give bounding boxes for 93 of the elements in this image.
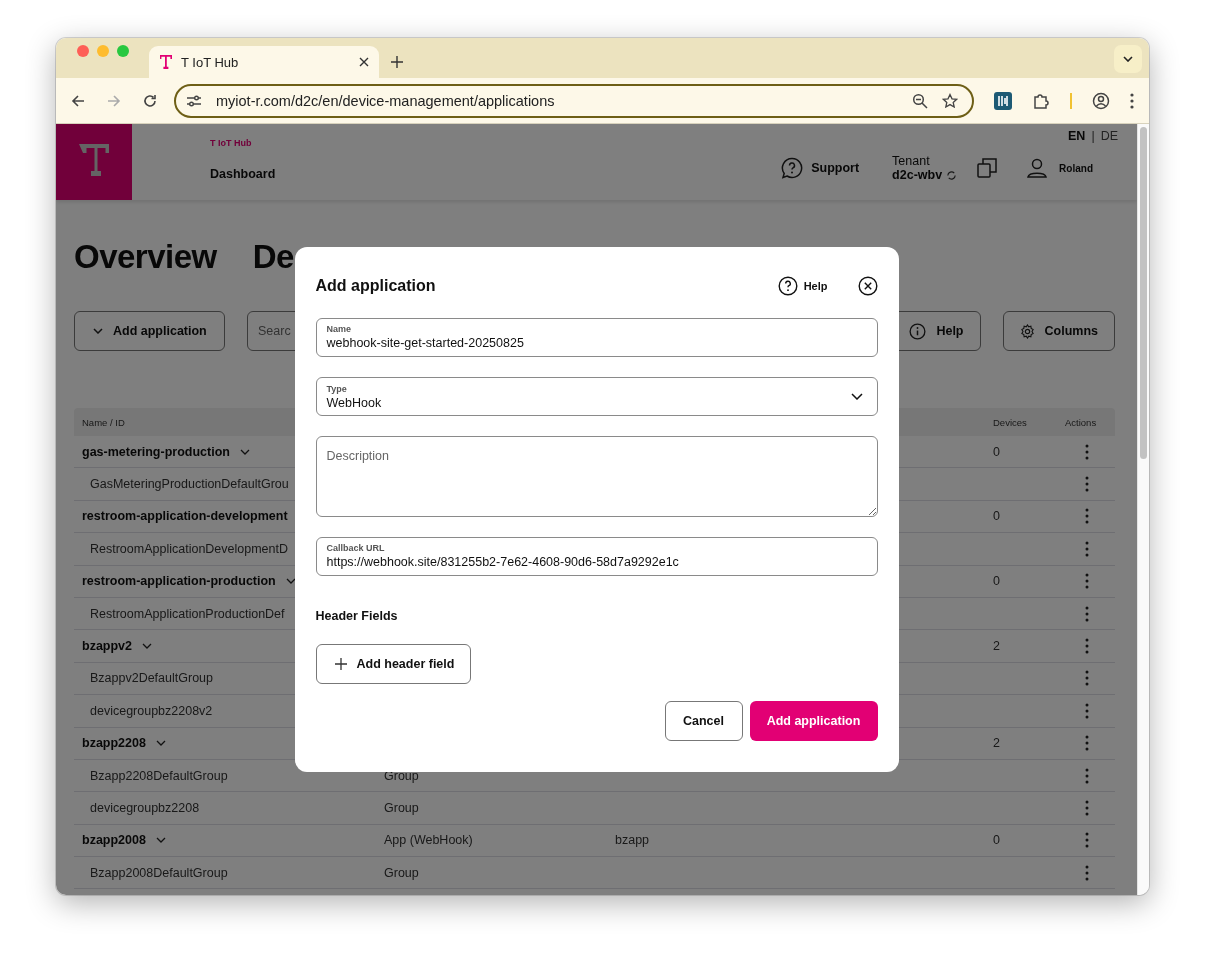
more-icon[interactable] [1085, 702, 1089, 719]
more-icon[interactable] [1085, 508, 1089, 525]
more-icon[interactable] [1085, 864, 1089, 881]
tab-search-button[interactable] [1114, 45, 1142, 73]
table-cell: 2 [993, 736, 1000, 751]
more-icon[interactable] [1085, 573, 1089, 590]
user-icon [1027, 158, 1048, 178]
chevron-down-icon [1123, 56, 1133, 62]
language-link[interactable]: EN [1068, 129, 1086, 143]
table-cell: Group [384, 768, 419, 783]
info-icon [909, 322, 927, 340]
table-cell[interactable]: gas-metering-production [82, 444, 250, 459]
more-icon[interactable] [1085, 670, 1089, 687]
tenant-name: d2c-wbv [892, 168, 943, 182]
refresh-icon[interactable] [946, 169, 958, 181]
help-link[interactable]: Help [777, 276, 828, 296]
page-tab[interactable]: De [252, 238, 294, 276]
zoom-icon[interactable] [912, 92, 928, 109]
table-cell: App (WebHook) [384, 833, 473, 848]
columns-button[interactable]: Columns [1002, 311, 1115, 351]
add-application-button[interactable]: Add application [74, 311, 225, 351]
more-icon[interactable] [1085, 800, 1089, 816]
profile-icon[interactable] [1092, 91, 1110, 110]
table-cell: bzapp [615, 833, 650, 848]
table-cell: 0 [993, 833, 1000, 848]
table-cell: 0 [993, 509, 1000, 524]
help-icon [777, 276, 798, 296]
more-icon[interactable] [1085, 443, 1089, 460]
section-title: Header Fields [315, 609, 399, 623]
cancel-button[interactable]: Cancel [664, 701, 743, 741]
column-header: Name / ID [82, 416, 125, 428]
table-cell-text: devicegroupbz2208v2 [89, 703, 213, 718]
chevron-down-icon [850, 393, 863, 400]
plus-icon[interactable] [391, 56, 403, 68]
question-bubble-icon [781, 157, 804, 179]
url-text: myiot-r.com/d2c/en/device-management/applications [216, 92, 555, 109]
close-icon[interactable] [857, 276, 878, 296]
more-icon[interactable] [1085, 767, 1089, 784]
t-logo-icon [159, 54, 173, 70]
table-cell[interactable]: bzappv2 [82, 639, 152, 654]
more-icon[interactable] [1085, 638, 1089, 655]
type-dropdown[interactable]: Type WebHook [315, 377, 878, 416]
more-icon[interactable] [1085, 540, 1089, 557]
tab-title: T IoT Hub [181, 54, 240, 70]
more-icon[interactable] [1085, 476, 1089, 493]
description-field[interactable]: Description [315, 436, 878, 517]
more-icon[interactable] [1085, 832, 1089, 849]
column-header: Actions [1065, 416, 1097, 428]
table-cell-text: RestroomApplicationProductionDef [89, 606, 285, 621]
user-menu[interactable]: Roland [1027, 158, 1093, 178]
gear-icon [1019, 323, 1035, 339]
add-header-field-button[interactable]: Add header field [315, 644, 472, 684]
separator: | [1091, 129, 1095, 143]
table-cell-text: Bzapp2008DefaultGroup [89, 865, 228, 880]
tenant-label: Tenant [892, 154, 931, 168]
chevron-down-icon [93, 328, 103, 334]
menu-icon[interactable] [1130, 92, 1134, 109]
more-icon[interactable] [1085, 605, 1089, 622]
text-field[interactable]: Name webhook-site-get-started-20250825 [315, 318, 878, 357]
star-icon[interactable] [942, 92, 958, 109]
table-cell: 0 [993, 444, 1000, 459]
address-bar[interactable]: myiot-r.com/d2c/en/device-management/applications [174, 83, 974, 118]
brand-name: T IoT Hub [210, 138, 253, 148]
plus-icon [334, 658, 347, 670]
table-cell-text: Bzappv2DefaultGroup [89, 671, 213, 686]
puzzle-icon[interactable] [1032, 91, 1050, 110]
support-link[interactable]: Support [781, 157, 860, 179]
site-settings-icon[interactable] [186, 93, 202, 108]
column-header: Devices [993, 416, 1027, 428]
table-cell: Group [384, 865, 419, 880]
copy-icon[interactable] [977, 158, 998, 178]
add-application-button[interactable]: Add application [749, 701, 878, 741]
more-icon[interactable] [1085, 735, 1089, 752]
extension-icon[interactable] [994, 91, 1012, 110]
scrollbar-thumb[interactable] [1140, 127, 1147, 459]
back-icon[interactable] [70, 92, 86, 109]
table-cell-text: RestroomApplicationDevelopmentD [89, 541, 288, 556]
page-tab[interactable]: Overview [74, 238, 217, 276]
dialog-title: Add application [315, 277, 436, 295]
text-field[interactable]: Callback URL https://webhook.site/831255b2-7e62-4608-90d6-58d7a9292e1c [315, 537, 878, 576]
table-cell: 2 [993, 639, 1000, 654]
table-cell: 0 [993, 574, 1000, 589]
language-link[interactable]: DE [1100, 129, 1118, 143]
reload-icon[interactable] [142, 92, 158, 109]
table-cell-text: GasMeteringProductionDefaultGrou [89, 477, 289, 492]
table-cell-text: Bzapp2208DefaultGroup [89, 768, 228, 783]
browser-tab[interactable]: T IoT Hub [149, 46, 379, 78]
table-cell[interactable]: bzapp2008 [82, 833, 166, 848]
close-icon[interactable] [359, 57, 369, 67]
table-cell-text: devicegroupbz2208 [89, 801, 200, 815]
table-cell: Group [384, 801, 419, 815]
nav-link[interactable]: Dashboard [210, 167, 276, 181]
table-cell[interactable]: bzapp2208 [82, 736, 166, 751]
